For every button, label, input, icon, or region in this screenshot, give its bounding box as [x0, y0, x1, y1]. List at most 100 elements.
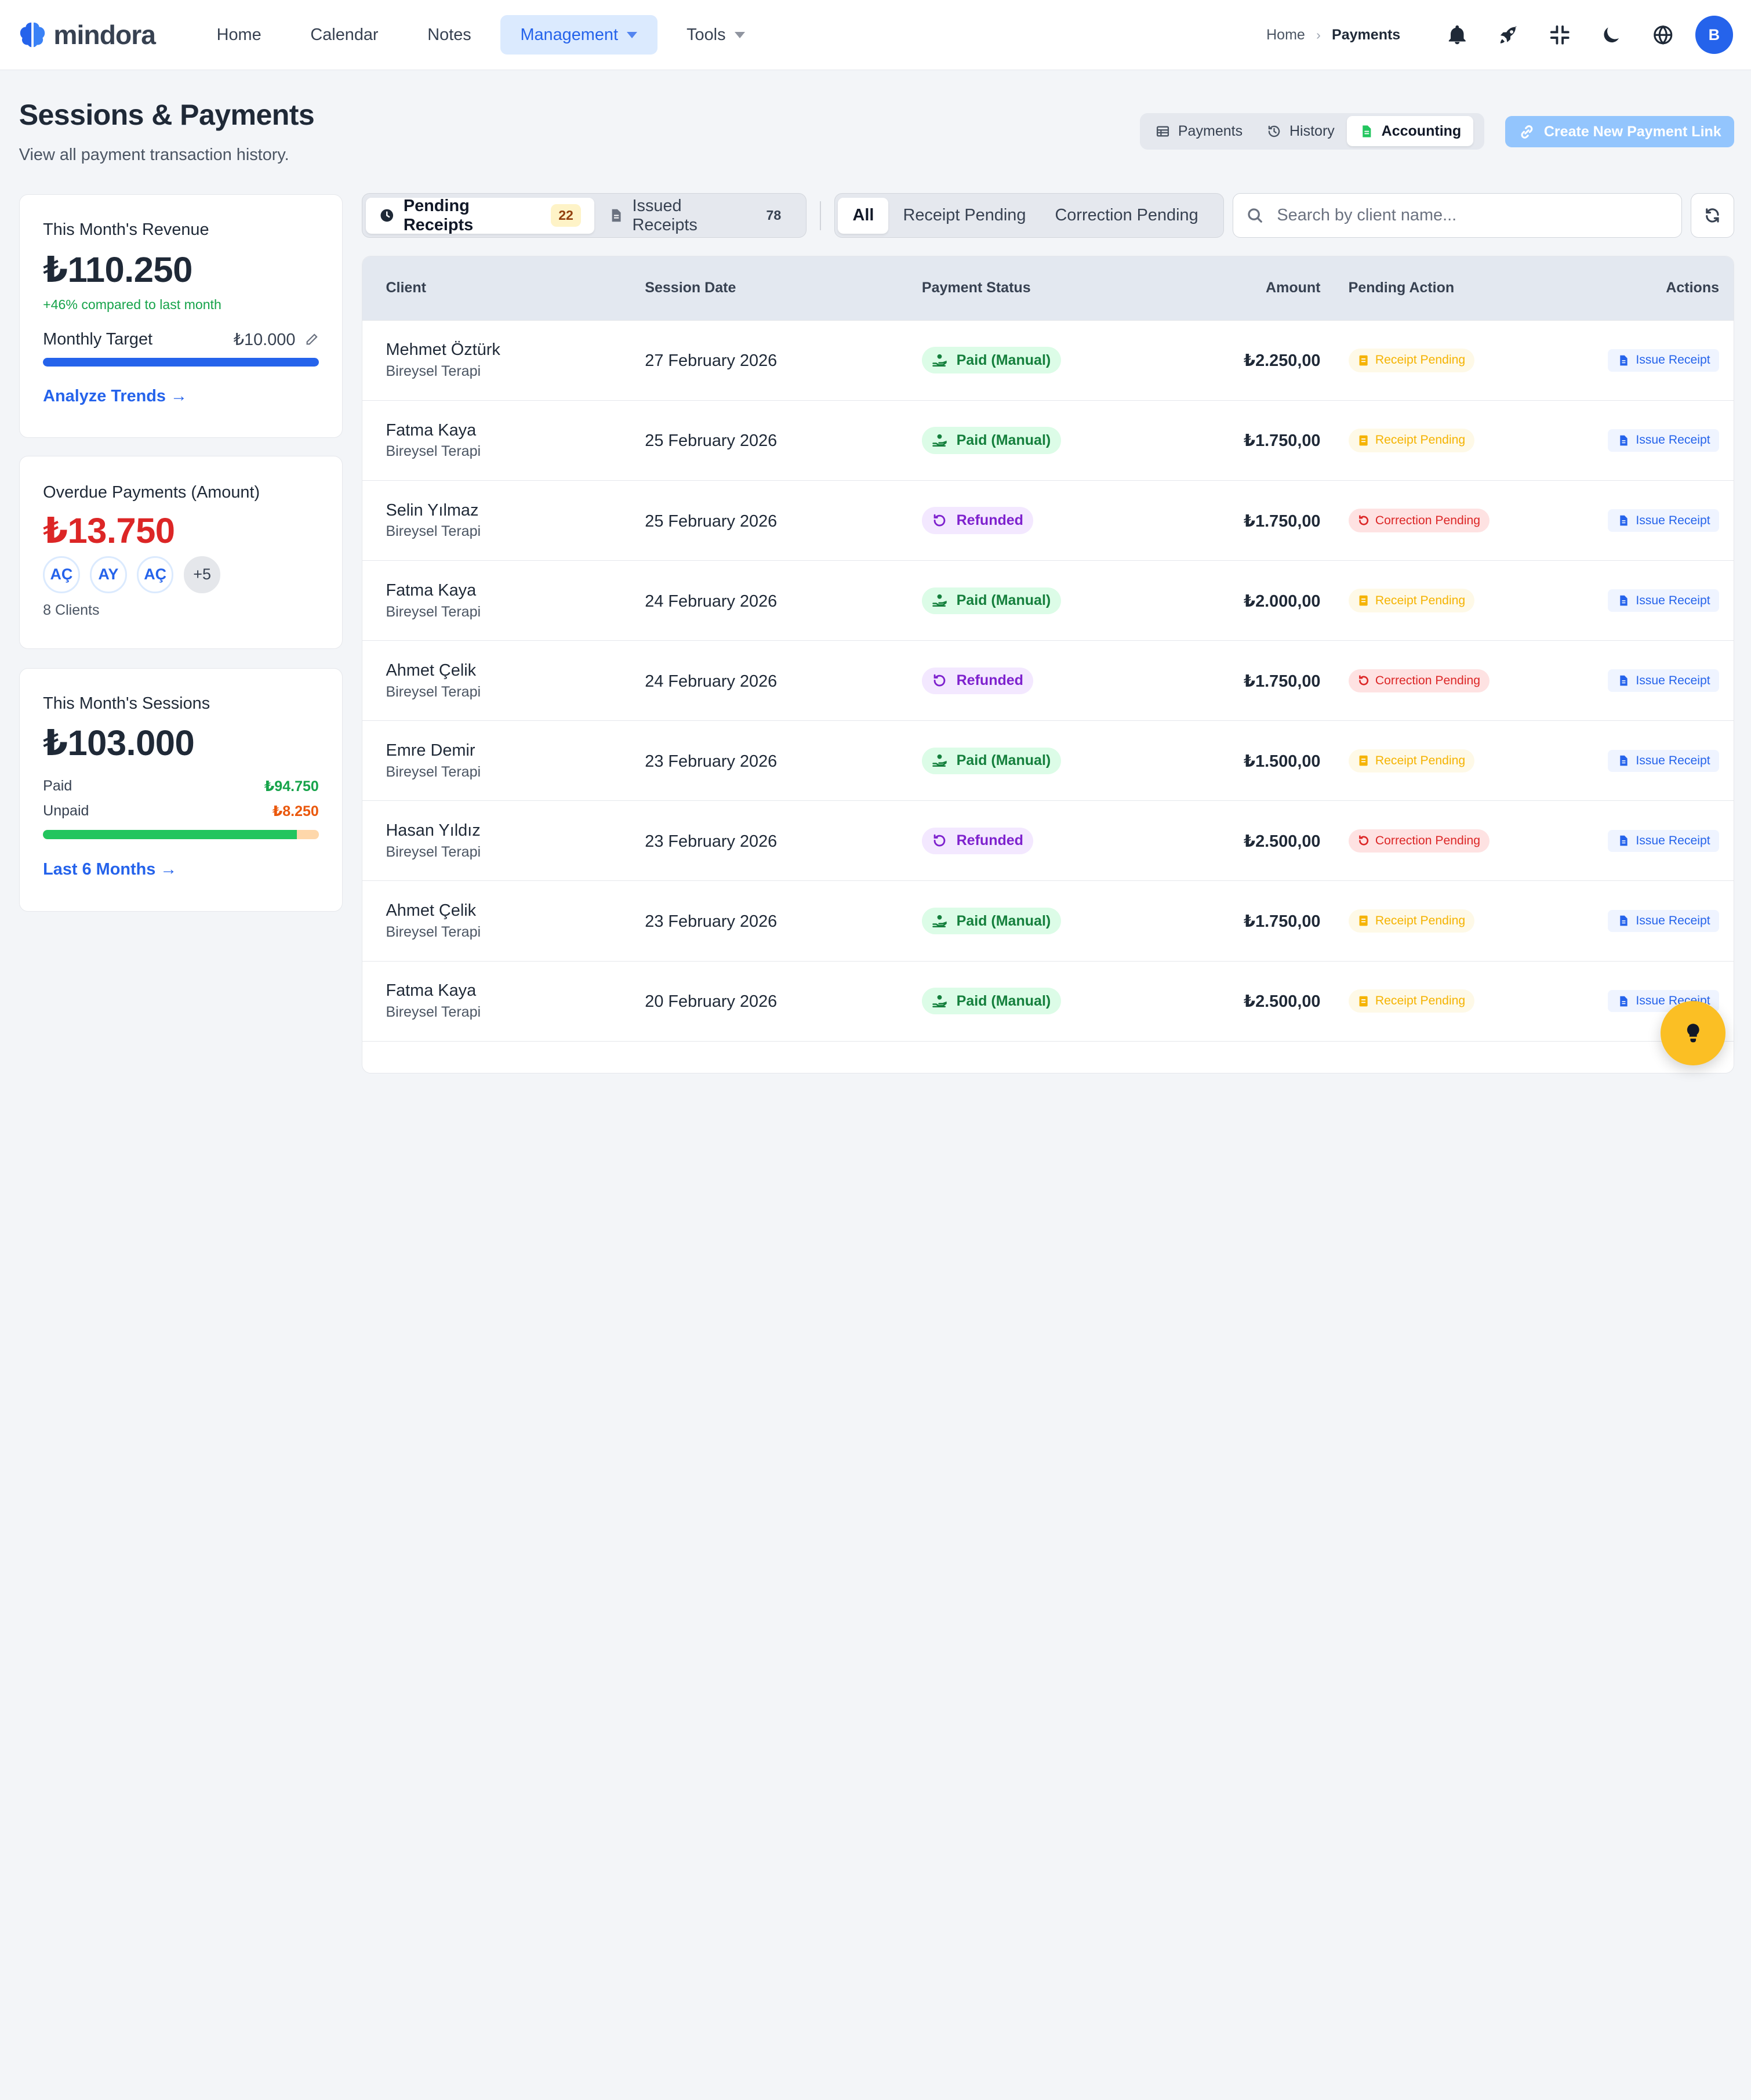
page-subtitle: View all payment transaction history.: [19, 145, 289, 164]
client-name[interactable]: Emre Demir: [386, 741, 621, 760]
nav-management[interactable]: Management: [500, 15, 658, 55]
client-name[interactable]: Ahmet Çelik: [386, 901, 621, 920]
pending-action-text: Receipt Pending: [1375, 593, 1466, 607]
client-name[interactable]: Fatma Kaya: [386, 981, 621, 1000]
table-row[interactable]: Fatma Kaya Bireysel Terapi 20 February 2…: [362, 960, 1734, 1041]
avatar[interactable]: AÇ: [136, 556, 174, 593]
table-row[interactable]: Selin Yılmaz Bireysel Terapi 25 February…: [362, 480, 1734, 560]
issue-receipt-button[interactable]: Issue Receipt: [1608, 349, 1720, 372]
paid-value: ₺94.750: [264, 778, 319, 795]
overdue-client-avatars: AÇ AY AÇ +5: [43, 556, 319, 593]
amount-cell: ₺1.750,00: [1157, 430, 1321, 451]
tab-issued-receipts[interactable]: Issued Receipts 78: [594, 196, 802, 234]
client-name[interactable]: Ahmet Çelik: [386, 661, 621, 680]
table-header: Client Session Date Payment Status Amoun…: [362, 256, 1734, 320]
issue-receipt-button[interactable]: Issue Receipt: [1608, 589, 1720, 612]
table-row[interactable]: Ahmet Çelik Bireysel Terapi 23 February …: [362, 880, 1734, 960]
issue-receipt-button[interactable]: Issue Receipt: [1608, 669, 1720, 692]
pending-action-tag: Receipt Pending: [1348, 989, 1474, 1013]
tab-payments[interactable]: Payments: [1143, 116, 1255, 146]
amount: ₺1.750,00: [1244, 912, 1321, 931]
client-name[interactable]: Mehmet Öztürk: [386, 340, 621, 360]
table-icon: [1157, 126, 1169, 137]
pending-action-text: Receipt Pending: [1375, 753, 1466, 767]
amount-cell: ₺2.500,00: [1157, 991, 1321, 1011]
chevron-down-icon: [627, 31, 638, 38]
client-name[interactable]: Hasan Yıldız: [386, 821, 621, 840]
language-button[interactable]: [1637, 13, 1689, 57]
monthly-target-label: Monthly Target: [43, 330, 153, 349]
receipt-icon: [1359, 435, 1368, 446]
table-row[interactable]: Ahmet Çelik Bireysel Terapi 24 February …: [362, 640, 1734, 720]
overdue-card: Overdue Payments (Amount) ₺13.750 AÇ AY …: [19, 455, 343, 649]
refresh-button[interactable]: [1690, 193, 1735, 238]
nav-calendar[interactable]: Calendar: [290, 15, 399, 55]
avatar[interactable]: AÇ: [43, 556, 80, 593]
client-name[interactable]: Selin Yılmaz: [386, 501, 621, 520]
dark-mode-toggle[interactable]: [1586, 13, 1637, 57]
nav-notes[interactable]: Notes: [408, 15, 492, 55]
session-type: Bireysel Terapi: [386, 843, 481, 860]
hand-coins-icon: [932, 434, 947, 447]
more-clients-badge[interactable]: +5: [183, 556, 221, 593]
pending-action-tag: Receipt Pending: [1348, 589, 1474, 612]
actions-cell: Issue Receipt: [1577, 669, 1734, 692]
pending-action-text: Correction Pending: [1375, 513, 1481, 527]
amount: ₺2.000,00: [1244, 592, 1321, 611]
page-title: Sessions & Payments: [19, 99, 315, 132]
filter-receipt-pending[interactable]: Receipt Pending: [888, 198, 1040, 234]
session-type: Bireysel Terapi: [386, 683, 481, 700]
issue-receipt-button[interactable]: Issue Receipt: [1608, 509, 1720, 532]
notifications-button[interactable]: [1432, 13, 1483, 57]
table-row[interactable]: Fatma Kaya Bireysel Terapi 24 February 2…: [362, 560, 1734, 640]
actions-cell: Issue Receipt: [1577, 509, 1734, 532]
create-payment-link-button[interactable]: Create New Payment Link: [1505, 116, 1735, 148]
analyze-trends-link[interactable]: Analyze Trends →: [43, 387, 319, 406]
undo-icon: [1359, 675, 1369, 686]
pencil-icon[interactable]: [304, 332, 319, 347]
page-header: Sessions & Payments View all payment tra…: [19, 98, 315, 164]
filter-all[interactable]: All: [838, 197, 889, 234]
tab-history[interactable]: History: [1255, 116, 1347, 146]
payment-status-cell: Paid (Manual): [898, 747, 1157, 774]
table-row[interactable]: Emre Demir Bireysel Terapi 23 February 2…: [362, 720, 1734, 800]
table-row[interactable]: Zeynep Demir: [362, 1040, 1734, 1073]
quick-launch-button[interactable]: [1483, 13, 1535, 57]
search-input[interactable]: [1277, 206, 1668, 226]
nav-calendar-label: Calendar: [310, 25, 379, 44]
issue-receipt-button[interactable]: Issue Receipt: [1608, 429, 1720, 452]
filter-correction-pending[interactable]: Correction Pending: [1040, 198, 1212, 234]
avatar[interactable]: AY: [90, 556, 127, 593]
header-pending-action[interactable]: Pending Action: [1321, 280, 1578, 296]
nav-tools[interactable]: Tools: [666, 15, 765, 55]
client-name[interactable]: Fatma Kaya: [386, 581, 621, 600]
status-filter: All Receipt Pending Correction Pending: [834, 193, 1224, 238]
issue-receipt-button[interactable]: Issue Receipt: [1608, 829, 1720, 853]
fullscreen-button[interactable]: [1534, 13, 1586, 57]
issue-receipt-button[interactable]: Issue Receipt: [1608, 909, 1720, 933]
breadcrumb-home[interactable]: Home: [1266, 27, 1305, 43]
user-avatar[interactable]: B: [1695, 16, 1734, 54]
table-row[interactable]: Hasan Yıldız Bireysel Terapi 23 February…: [362, 800, 1734, 880]
tab-accounting[interactable]: Accounting: [1346, 116, 1474, 147]
tab-issued-receipts-label: Issued Receipts: [632, 196, 698, 234]
header-session-date[interactable]: Session Date: [622, 280, 899, 296]
issue-receipt-button[interactable]: Issue Receipt: [1608, 749, 1720, 772]
sessions-card: This Month's Sessions ₺103.000 Paid ₺94.…: [19, 668, 343, 912]
table-row[interactable]: Mehmet Öztürk Bireysel Terapi 27 Februar…: [362, 320, 1734, 400]
header-client[interactable]: Client: [362, 280, 622, 296]
brand-logo[interactable]: mindora: [18, 19, 197, 50]
receipt-icon: [1359, 355, 1368, 366]
nav-home[interactable]: Home: [197, 15, 281, 55]
header-amount[interactable]: Amount: [1157, 280, 1320, 296]
header-payment-status[interactable]: Payment Status: [898, 280, 1157, 296]
table-row[interactable]: Fatma Kaya Bireysel Terapi 25 February 2…: [362, 400, 1734, 480]
tab-pending-receipts[interactable]: Pending Receipts 22: [365, 197, 595, 234]
tips-fab-button[interactable]: [1660, 1000, 1725, 1066]
status-text: Paid (Manual): [956, 992, 1051, 1009]
client-name[interactable]: Zeynep Demir: [386, 1072, 621, 1073]
client-name[interactable]: Fatma Kaya: [386, 421, 621, 440]
document-icon: [612, 209, 621, 222]
last-6-months-link[interactable]: Last 6 Months →: [43, 860, 319, 879]
amount-cell: ₺2.500,00: [1157, 830, 1321, 851]
